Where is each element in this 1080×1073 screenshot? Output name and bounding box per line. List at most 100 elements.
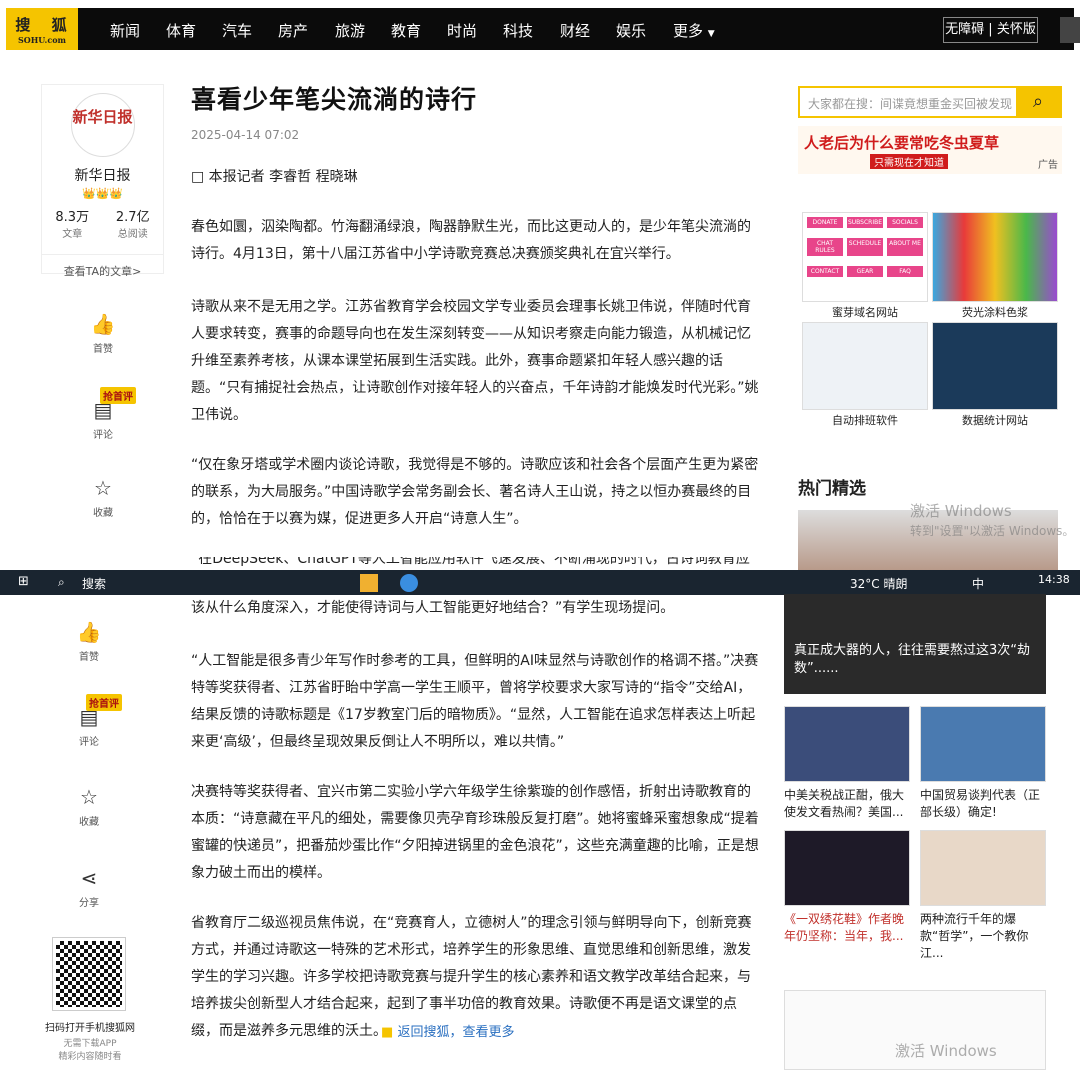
nav-fashion[interactable]: 时尚 (447, 20, 477, 41)
paragraph-4-partial-text: “在DeepSeek、ChatGPT等人工智能应用软件飞速发展、不断涌现的时代，… (191, 557, 750, 567)
share-icon: ⋖ (80, 866, 98, 890)
qr-line1: 扫码打开手机搜狐网 (45, 1023, 135, 1034)
thumb-up-icon: 👍 (76, 620, 102, 644)
reads-count: 2.7亿 (115, 210, 150, 225)
tile-schedule[interactable] (802, 322, 928, 410)
nav-house[interactable]: 房产 (278, 20, 308, 41)
tile-caption[interactable]: 数据统计网站 (932, 412, 1058, 428)
collect-label: 收藏 (93, 508, 113, 519)
taskbar-search[interactable]: 搜索 (82, 575, 106, 592)
share-button[interactable]: ⋖ 分享 (69, 866, 109, 909)
like-button-lower[interactable]: 👍 首赞 (69, 620, 109, 663)
like-button[interactable]: 👍 首赞 (83, 312, 123, 355)
share-label: 分享 (79, 898, 99, 909)
news-thumb[interactable] (920, 706, 1046, 782)
author-logo[interactable]: 新华日报 (70, 93, 135, 157)
weather[interactable]: 32°C 晴朗 (850, 575, 907, 592)
nav-finance[interactable]: 财经 (560, 20, 590, 41)
search-input[interactable]: 大家都在搜：间谍竟想重金买回被发现 (808, 95, 1018, 112)
nav-more[interactable]: 更多 ▼ (673, 20, 715, 41)
paragraph-1: 春色如圜，泅染陶都。竹海翻涌绿浪，陶器静默生光，而比这更动人的，是少年笔尖流淌的… (191, 219, 751, 262)
qr-code (52, 937, 126, 1011)
chrome-icon[interactable] (400, 574, 418, 592)
clock[interactable]: 14:38 (1038, 573, 1070, 586)
paragraph-4-partial: “在DeepSeek、ChatGPT等人工智能应用软件飞速发展、不断涌现的时代，… (191, 557, 759, 571)
author-name[interactable]: 新华日报 (42, 165, 163, 185)
windows-start-icon[interactable]: ⊞ (18, 574, 29, 589)
accessibility-button[interactable]: 无障碍 | 关怀版 (943, 17, 1038, 43)
collect-label: 收藏 (79, 817, 99, 828)
nav-travel[interactable]: 旅游 (335, 20, 365, 41)
tile-caption[interactable]: 蜜芽域名网站 (802, 304, 928, 320)
search-box[interactable]: 大家都在搜：间谍竟想重金买回被发现 ⌕ (798, 86, 1062, 118)
hot-banner[interactable]: 真正成大器的人，往往需要熬过这3次“劫数”...... (784, 594, 1046, 694)
tile-paint[interactable] (932, 212, 1058, 302)
comment-icon: ▤ (93, 398, 113, 422)
logo-subtext: SOHU.com (17, 35, 66, 45)
news-thumb[interactable] (784, 706, 910, 782)
reads-label: 总阅读 (117, 229, 148, 240)
qr-line2: 无需下载APP (63, 1039, 117, 1049)
ad-banner[interactable]: 人老后为什么要常吃冬虫夏草 只需现在才知道 广告 (798, 126, 1062, 174)
tile-btn: CONTACT (807, 266, 843, 277)
nav-news[interactable]: 新闻 (110, 20, 140, 41)
nav-tech[interactable]: 科技 (503, 20, 533, 41)
back-link-text: 返回搜狐，查看更多 (397, 1025, 515, 1040)
article-date: 2025-04-14 07:02 (191, 128, 300, 142)
sohu-small-icon: ■ (381, 1025, 394, 1040)
tile-buttons: DONATE SUBSCRIBE SOCIALS CHAT RULES SCHE… (803, 213, 927, 281)
tile-btn: FAQ (887, 266, 923, 277)
tile-btn: CHAT RULES (807, 238, 843, 256)
tile-domain[interactable]: DONATE SUBSCRIBE SOCIALS CHAT RULES SCHE… (802, 212, 928, 302)
news-caption[interactable]: 中国贸易谈判代表（正部长级）确定! (920, 787, 1046, 821)
paragraph-2: 诗歌从来不是无用之学。江苏省教育学会校园文学专业委员会理事长姚卫伟说，伴随时代育… (191, 299, 759, 423)
view-author-articles-link[interactable]: 查看TA的文章> (42, 254, 163, 279)
watermark-bottom: 激活 Windows (895, 1042, 997, 1060)
nav-sports[interactable]: 体育 (166, 20, 196, 41)
article-title: 喜看少年笔尖流淌的诗行 (191, 85, 478, 114)
news-thumb[interactable] (920, 830, 1046, 906)
nav-edge (1060, 17, 1080, 43)
news-caption[interactable]: 《一双绣花鞋》作者晚年仍坚称：当年，我... (784, 911, 910, 945)
nav-auto[interactable]: 汽车 (222, 20, 252, 41)
tile-btn: ABOUT ME (887, 238, 923, 256)
taskbar-search-icon[interactable]: ⌕ (58, 575, 65, 590)
star-icon: ☆ (94, 476, 112, 500)
like-label: 首赞 (79, 652, 99, 663)
article-byline: □ 本报记者 李睿哲 程晓琳 (191, 169, 358, 185)
tile-btn: DONATE (807, 217, 843, 228)
taskbar: ⊞ ⌕ 搜索 32°C 晴朗 中 14:38 (0, 570, 1080, 595)
news-caption[interactable]: 两种流行千年的爆款“哲学”，一个教你江... (920, 911, 1046, 962)
comment-label: 评论 (79, 737, 99, 748)
search-icon[interactable]: ⌕ (1016, 88, 1060, 116)
folder-icon[interactable] (360, 574, 378, 592)
hot-picks-title: 热门精选 (798, 479, 866, 499)
tile-caption[interactable]: 荧光涂料色浆 (932, 304, 1058, 320)
medal-icons: 👑👑👑 (81, 187, 124, 200)
news-caption[interactable]: 中美关税战正酣，俄大使发文看热闹？美国... (784, 787, 910, 821)
nav-ent[interactable]: 娱乐 (616, 20, 646, 41)
ime-indicator[interactable]: 中 (972, 575, 984, 592)
tile-btn: SOCIALS (887, 217, 923, 228)
qr-line3: 精彩内容随时看 (58, 1052, 122, 1062)
nav-edu[interactable]: 教育 (391, 20, 421, 41)
back-to-sohu-link[interactable]: ■ 返回搜狐，查看更多 (381, 1021, 514, 1040)
tile-caption[interactable]: 自动排班软件 (802, 412, 928, 428)
articles-count: 8.3万 (55, 210, 90, 225)
comment-icon: ▤ (79, 705, 99, 729)
ad-text: 人老后为什么要常吃冬虫夏草 (804, 134, 1000, 152)
tile-stats[interactable] (932, 322, 1058, 410)
comment-button-lower[interactable]: ▤ 评论 (69, 705, 109, 748)
banner-title: 真正成大器的人，往往需要熬过这3次“劫数”...... (794, 643, 1031, 676)
nav-more-label: 更多 (673, 22, 704, 40)
chevron-down-icon: ▼ (707, 29, 715, 39)
sohu-logo[interactable]: 搜 狐 SOHU.com (6, 8, 78, 50)
tile-btn: GEAR (847, 266, 883, 277)
comment-button[interactable]: ▤ 评论 (83, 398, 123, 441)
comment-label: 评论 (93, 430, 113, 441)
collect-button-lower[interactable]: ☆ 收藏 (69, 785, 109, 828)
news-thumb[interactable] (784, 830, 910, 906)
author-card: 新华日报 新华日报 👑👑👑 8.3万 文章 2.7亿 总阅读 查看TA的文章> (41, 84, 164, 278)
tile-btn: SCHEDULE (847, 238, 883, 256)
collect-button[interactable]: ☆ 收藏 (83, 476, 123, 519)
